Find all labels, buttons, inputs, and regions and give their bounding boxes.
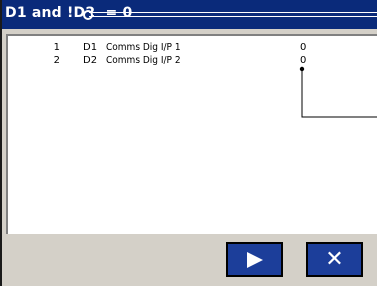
close-icon: ✕ <box>325 246 344 272</box>
trace-line <box>301 69 377 118</box>
signal-list-panel: 1 D1 Comms Dig I/P 1 0 2 D2 Comms Dig I/… <box>6 34 377 234</box>
play-button[interactable] <box>226 242 283 277</box>
title-bar: D1 and !D2 = 0 <box>2 0 377 29</box>
connector-line <box>89 12 377 17</box>
dialog-window: D1 and !D2 = 0 1 D1 Comms Dig I/P 1 0 2 … <box>0 0 377 286</box>
close-button[interactable]: ✕ <box>306 242 363 277</box>
play-icon <box>246 251 263 268</box>
signal-trace <box>299 66 377 118</box>
button-bar: ✕ <box>2 234 377 286</box>
